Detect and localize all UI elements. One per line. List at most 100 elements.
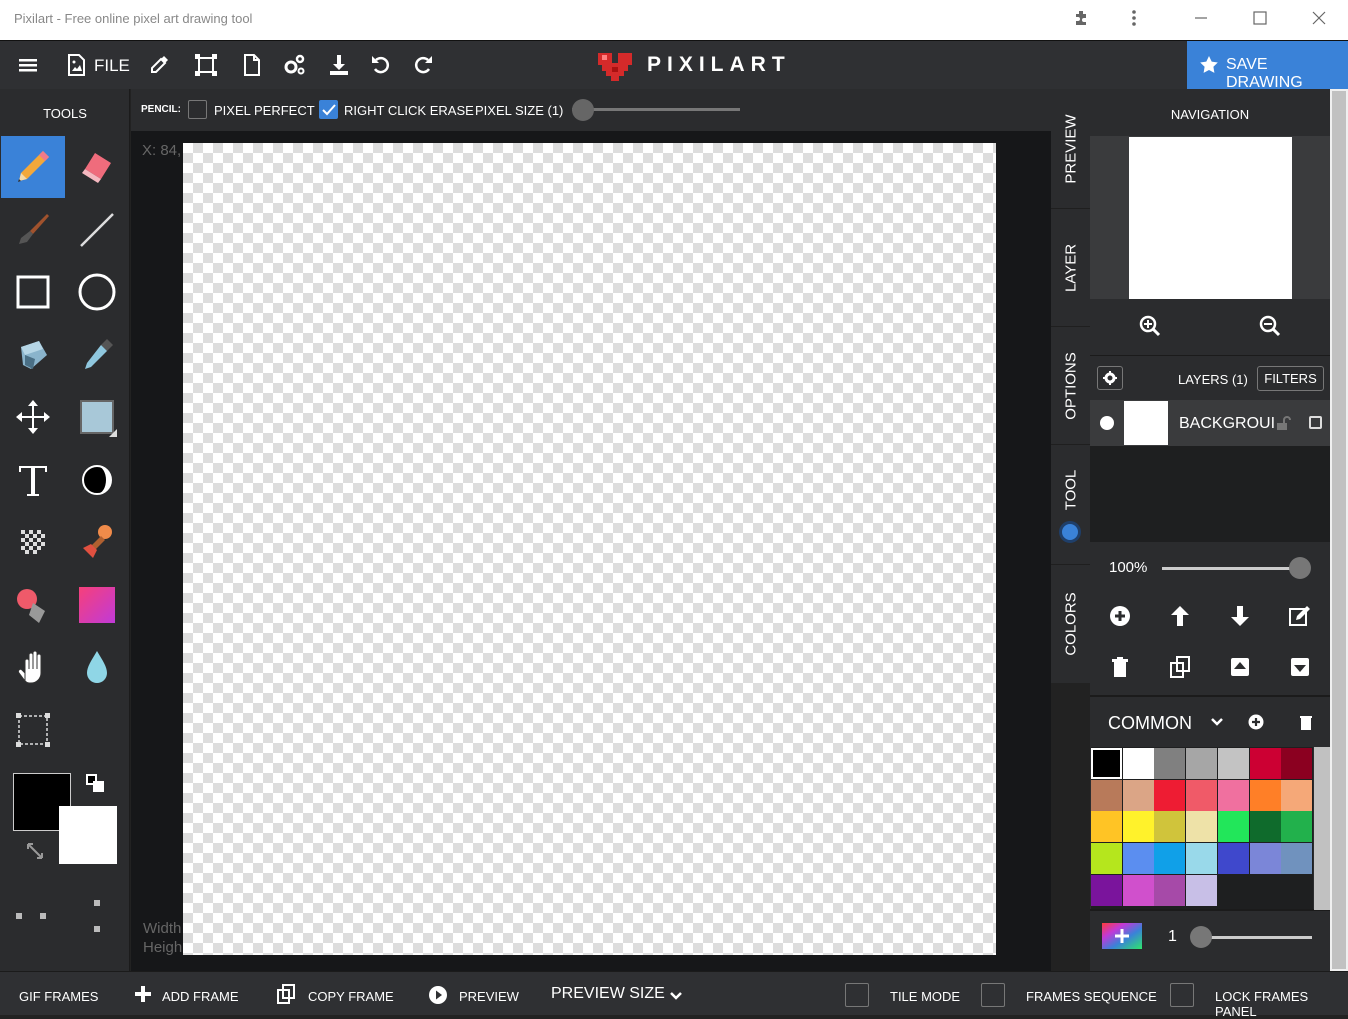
palette-swatch[interactable] [1186, 843, 1218, 875]
palette-swatch[interactable] [1091, 811, 1122, 843]
extensions-icon[interactable] [1070, 8, 1094, 32]
move-layer-down-icon[interactable] [1227, 603, 1253, 629]
palette-swatch[interactable] [1122, 874, 1154, 906]
palette-swatch[interactable] [1091, 843, 1122, 875]
zoom-out-icon[interactable] [1257, 313, 1283, 339]
pencil-tool[interactable] [1, 136, 65, 198]
preview-size-select[interactable]: PREVIEW SIZE [551, 985, 665, 1003]
redo-icon[interactable] [409, 51, 437, 79]
layer-visibility-toggle[interactable] [1100, 416, 1114, 430]
palette-swatch[interactable] [1217, 779, 1249, 811]
brush-size-slider-track[interactable] [1196, 936, 1312, 939]
palette-swatch[interactable] [1186, 811, 1218, 843]
navigation-thumbnail[interactable] [1129, 137, 1292, 299]
secondary-color-swatch[interactable] [59, 806, 117, 864]
tile-mode-checkbox[interactable] [845, 983, 869, 1007]
palette-swatch[interactable] [1281, 811, 1313, 843]
palette-swatch[interactable] [1154, 748, 1186, 779]
reset-colors-icon[interactable] [25, 841, 45, 861]
palette-swatch[interactable] [1281, 843, 1313, 875]
file-image-icon[interactable] [62, 51, 90, 79]
pan-tool[interactable] [1, 636, 65, 698]
layer-opacity-slider-handle[interactable] [1289, 557, 1311, 579]
navigation-viewport[interactable] [1090, 136, 1330, 299]
play-preview-icon[interactable] [428, 985, 448, 1005]
line-tool[interactable] [65, 199, 129, 261]
download-icon[interactable] [325, 51, 353, 79]
palette-swatch[interactable] [1281, 748, 1313, 779]
gradient-tool[interactable] [65, 574, 129, 636]
scrollbar-thumb[interactable] [1332, 91, 1346, 969]
spray-tool[interactable] [1, 574, 65, 636]
tab-preview[interactable]: PREVIEW [1051, 89, 1090, 209]
add-frame-icon[interactable] [133, 984, 153, 1004]
pixel-size-slider-track[interactable] [572, 108, 740, 111]
crop-tool[interactable] [1, 699, 65, 761]
gif-frames-label[interactable]: GIF FRAMES [19, 989, 98, 1004]
new-file-icon[interactable] [237, 51, 265, 79]
color-spectrum-add-icon[interactable] [1102, 923, 1142, 949]
layer-select-checkbox[interactable] [1309, 416, 1322, 429]
brush-size-slider-handle[interactable] [1190, 926, 1212, 948]
chevron-down-icon[interactable] [1208, 713, 1226, 731]
palette-swatch[interactable] [1122, 843, 1154, 875]
palette-swatch[interactable] [1122, 779, 1154, 811]
palette-swatch[interactable] [1249, 748, 1281, 779]
add-palette-icon[interactable] [1247, 713, 1265, 731]
move-tool[interactable] [1, 386, 65, 448]
palette-swatch[interactable] [1217, 843, 1249, 875]
hamburger-menu-icon[interactable] [14, 51, 42, 79]
copy-frame-button[interactable]: COPY FRAME [308, 989, 394, 1004]
tab-colors[interactable]: COLORS [1051, 565, 1090, 683]
merge-up-icon[interactable] [1227, 654, 1253, 680]
preview-size-chevron-icon[interactable] [667, 987, 685, 1005]
pixel-size-slider-handle[interactable] [572, 99, 594, 121]
file-menu-label[interactable]: FILE [94, 56, 130, 76]
palette-swatch[interactable] [1186, 874, 1218, 906]
palette-swatch[interactable] [1186, 748, 1218, 779]
text-tool[interactable] [1, 449, 65, 511]
palette-swatch[interactable] [1249, 843, 1281, 875]
frames-sequence-checkbox[interactable] [981, 983, 1005, 1007]
rename-layer-icon[interactable] [1287, 603, 1313, 629]
drawing-canvas[interactable] [183, 143, 996, 955]
select-tool[interactable] [65, 386, 129, 448]
palette-swatch[interactable] [1186, 779, 1218, 811]
tab-options[interactable]: OPTIONS [1051, 327, 1090, 445]
merge-down-icon[interactable] [1287, 654, 1313, 680]
palette-swatch[interactable] [1091, 874, 1122, 906]
preview-button[interactable]: PREVIEW [459, 989, 519, 1004]
settings-cogs-icon[interactable] [280, 51, 308, 79]
move-layer-up-icon[interactable] [1167, 603, 1193, 629]
tab-tool[interactable]: TOOL [1051, 445, 1090, 565]
layer-lock-icon[interactable] [1274, 414, 1292, 432]
eraser-tool[interactable] [65, 136, 129, 198]
blur-tool[interactable] [65, 636, 129, 698]
palette-swatch[interactable] [1091, 779, 1122, 811]
more-menu-icon[interactable] [1122, 8, 1146, 32]
palette-swatch[interactable] [1217, 811, 1249, 843]
lock-frames-panel-checkbox[interactable] [1170, 983, 1194, 1007]
dither-pattern-tool[interactable] [1, 511, 65, 573]
palette-swatch[interactable] [1249, 779, 1281, 811]
palette-swatch[interactable] [1122, 811, 1154, 843]
duplicate-layer-icon[interactable] [1167, 654, 1193, 680]
resize-canvas-icon[interactable] [192, 51, 220, 79]
stamp-tool[interactable] [65, 511, 129, 573]
pixel-perfect-checkbox[interactable] [188, 100, 207, 119]
minimize-icon[interactable] [1189, 8, 1213, 32]
color-picker-tool[interactable] [65, 324, 129, 386]
palette-name[interactable]: COMMON [1108, 713, 1192, 734]
close-icon[interactable] [1307, 8, 1331, 32]
more-tools-dots-icon[interactable] [12, 897, 112, 937]
palette-swatch[interactable] [1154, 811, 1186, 843]
save-drawing-button[interactable]: SAVE DRAWING [1187, 41, 1348, 91]
undo-icon[interactable] [367, 51, 395, 79]
palette-swatch[interactable] [1154, 779, 1186, 811]
maximize-icon[interactable] [1248, 8, 1272, 32]
tab-layer[interactable]: LAYER [1051, 209, 1090, 327]
palette-swatch[interactable] [1249, 811, 1281, 843]
palette-scrollbar-thumb[interactable] [1314, 747, 1330, 910]
layer-item[interactable]: BACKGROUI [1090, 400, 1330, 446]
palette-swatch[interactable] [1154, 874, 1186, 906]
